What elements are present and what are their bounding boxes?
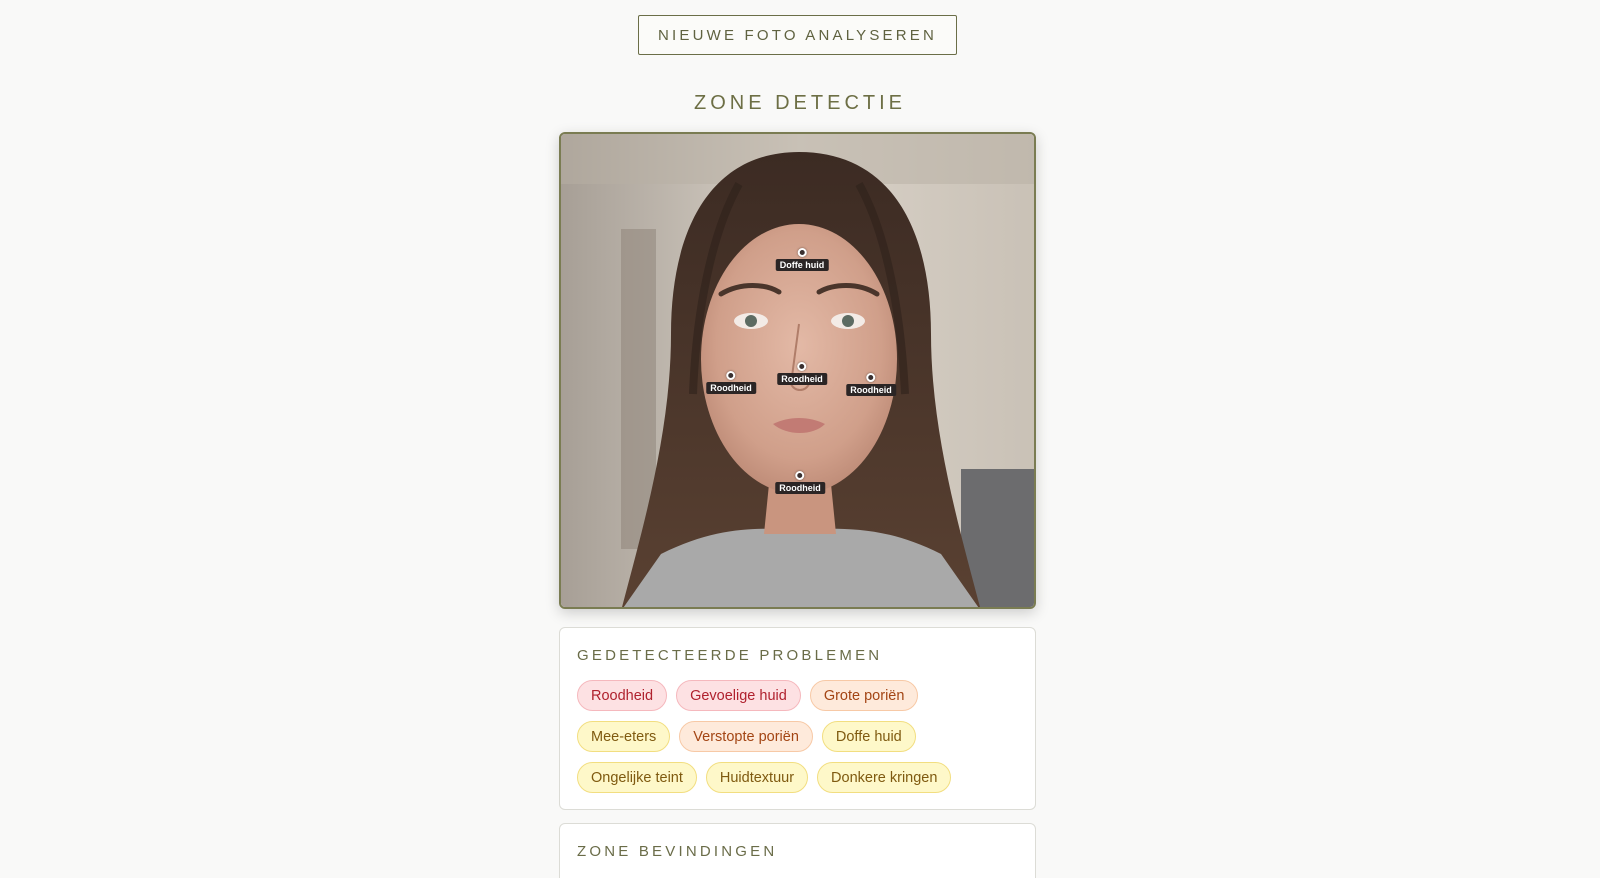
zone-findings-title: ZONE BEVINDINGEN (577, 843, 778, 860)
marker-dot-icon (795, 471, 805, 480)
problem-chip[interactable]: Huidtextuur (705, 762, 809, 793)
zone-marker-nose[interactable]: Roodheid (777, 362, 827, 385)
zone-marker-right-cheek[interactable]: Roodheid (846, 373, 896, 396)
marker-dot-icon (866, 373, 876, 382)
marker-label: Roodheid (706, 382, 756, 394)
marker-dot-icon (797, 362, 807, 371)
zone-marker-left-cheek[interactable]: Roodheid (706, 371, 756, 394)
problem-chip[interactable]: Gevoelige huid (676, 680, 801, 711)
zone-marker-chin[interactable]: Roodheid (775, 471, 825, 494)
analysis-page: NIEUWE FOTO ANALYSEREN ZONE DETECTIE Dof… (0, 0, 1600, 878)
new-photo-analyze-button[interactable]: NIEUWE FOTO ANALYSEREN (638, 15, 957, 55)
zone-detection-title: ZONE DETECTIE (693, 92, 906, 114)
detected-problems-title: GEDETECTEERDE PROBLEMEN (577, 647, 883, 664)
problem-chip[interactable]: Doffe huid (821, 721, 916, 752)
problem-chip[interactable]: Mee-eters (577, 721, 671, 752)
problem-chip-list: Roodheid Gevoelige huid Grote poriën Mee… (577, 680, 1017, 793)
marker-label: Roodheid (777, 373, 827, 385)
problem-chip[interactable]: Verstopte poriën (679, 721, 813, 752)
problem-chip[interactable]: Grote poriën (809, 680, 919, 711)
zone-marker-forehead[interactable]: Doffe huid (775, 248, 829, 271)
zone-findings-card: ZONE BEVINDINGEN (559, 823, 1036, 878)
marker-label: Roodheid (846, 384, 896, 396)
marker-label: Roodheid (775, 482, 825, 494)
problem-chip[interactable]: Donkere kringen (817, 762, 952, 793)
marker-dot-icon (797, 248, 807, 257)
detected-problems-card: GEDETECTEERDE PROBLEMEN Roodheid Gevoeli… (559, 627, 1036, 810)
problem-chip[interactable]: Ongelijke teint (577, 762, 697, 793)
marker-label: Doffe huid (775, 259, 829, 271)
marker-dot-icon (726, 371, 736, 380)
problem-chip[interactable]: Roodheid (577, 680, 668, 711)
face-photo: Doffe huid Roodheid Roodheid Roodheid Ro… (559, 132, 1036, 609)
